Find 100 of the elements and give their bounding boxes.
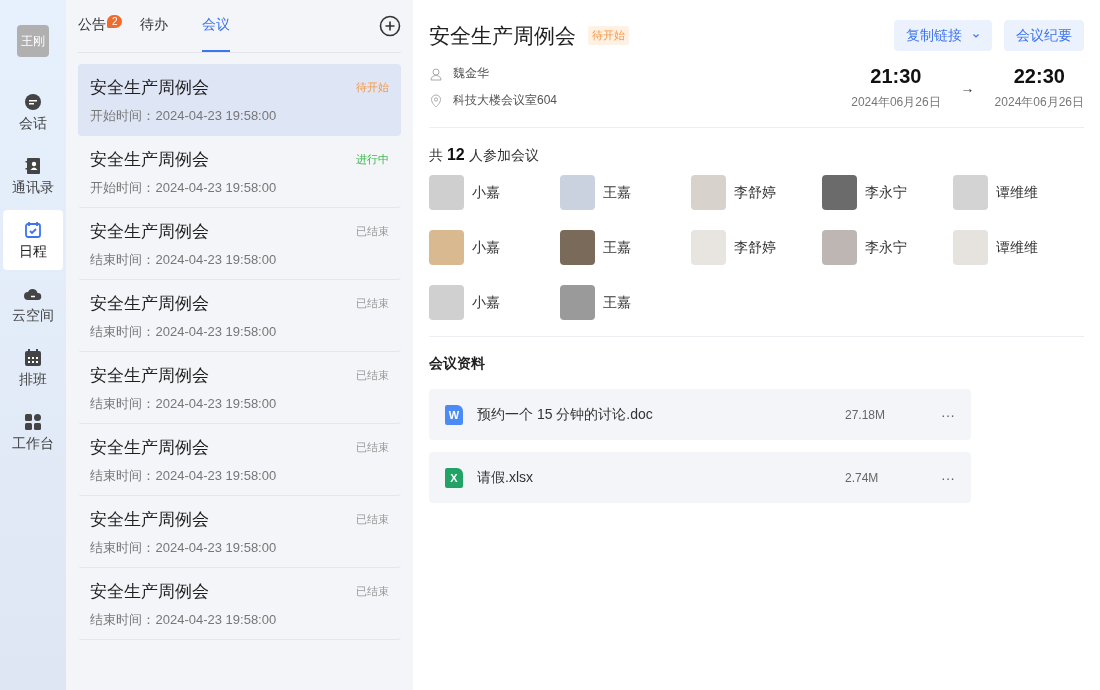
photo-placeholder bbox=[822, 175, 857, 210]
meeting-title: 安全生产周例会 bbox=[90, 437, 210, 459]
meeting-status: 待开始 bbox=[356, 80, 389, 95]
meeting-title: 安全生产周例会 bbox=[90, 77, 210, 99]
attendee-name: 王嘉 bbox=[603, 293, 631, 312]
attendee-name: 谭维维 bbox=[996, 238, 1038, 257]
file-item[interactable]: W 预约一个 15 分钟的讨论.doc 27.18M ··· bbox=[429, 389, 971, 440]
file-name: 请假.xlsx bbox=[477, 468, 534, 487]
calendar-grid-icon bbox=[23, 347, 44, 368]
person-icon bbox=[429, 66, 443, 81]
meeting-status: 进行中 bbox=[356, 152, 389, 167]
meeting-time: 结束时间：2024-04-23 19:58:00 bbox=[90, 395, 278, 413]
file-size: 27.18M bbox=[845, 407, 887, 422]
meeting-item[interactable]: 安全生产周例会 进行中 开始时间：2024-04-23 19:58:00 bbox=[78, 136, 401, 208]
nav-item[interactable]: 通讯录 bbox=[3, 146, 64, 206]
end-time: 22:30 bbox=[1013, 65, 1065, 88]
meeting-time: 开始时间：2024-04-23 19:58:00 bbox=[90, 179, 278, 197]
meeting-title: 安全生产周例会 bbox=[90, 581, 210, 603]
location-pin-icon bbox=[429, 93, 443, 108]
meeting-title: 安全生产周例会 bbox=[90, 509, 210, 531]
attendee-name: 小嘉 bbox=[472, 238, 500, 257]
action-button[interactable]: 会议纪要 bbox=[1004, 20, 1084, 51]
meeting-item[interactable]: 安全生产周例会 已结束 结束时间：2024-04-23 19:58:00 bbox=[78, 208, 401, 280]
meeting-item[interactable]: 安全生产周例会 已结束 结束时间：2024-04-23 19:58:00 bbox=[78, 352, 401, 424]
meeting-item[interactable]: 安全生产周例会 已结束 结束时间：2024-04-23 19:58:00 bbox=[78, 568, 401, 640]
calendar-check-icon bbox=[23, 219, 44, 240]
nav-label: 排班 bbox=[19, 370, 48, 389]
nav-label: 工作台 bbox=[12, 434, 55, 453]
action-button[interactable]: 复制链接 bbox=[894, 20, 992, 51]
meeting-time: 结束时间：2024-04-23 19:58:00 bbox=[90, 323, 278, 341]
meeting-status: 已结束 bbox=[356, 584, 389, 599]
meeting-item[interactable]: 安全生产周例会 待开始 开始时间：2024-04-23 19:58:00 bbox=[78, 64, 401, 136]
meeting-title: 安全生产周例会 bbox=[90, 293, 210, 315]
meeting-time: 结束时间：2024-04-23 19:58:00 bbox=[90, 611, 278, 629]
meeting-status: 已结束 bbox=[356, 440, 389, 455]
nav-item[interactable]: 日程 bbox=[3, 210, 64, 270]
nav-item[interactable]: 云空间 bbox=[3, 274, 64, 334]
nav-item[interactable]: 工作台 bbox=[3, 402, 64, 462]
meeting-time: 开始时间：2024-04-23 19:58:00 bbox=[90, 107, 278, 125]
photo-placeholder bbox=[429, 285, 464, 320]
meeting-status: 已结束 bbox=[356, 224, 389, 239]
file-type-icon: W bbox=[445, 404, 463, 425]
location-text: 科技大楼会议室604 bbox=[453, 92, 558, 109]
nav-label: 云空间 bbox=[12, 306, 55, 325]
photo-placeholder bbox=[691, 230, 726, 265]
file-size: 2.74M bbox=[845, 470, 880, 485]
meeting-status: 已结束 bbox=[356, 512, 389, 527]
count-badge: 2 bbox=[106, 15, 123, 28]
photo-placeholder bbox=[429, 175, 464, 210]
tab[interactable]: 待办 bbox=[140, 0, 169, 52]
add-icon[interactable] bbox=[379, 15, 401, 37]
attendee-name: 王嘉 bbox=[603, 238, 631, 257]
more-button[interactable]: ··· bbox=[941, 406, 955, 423]
meeting-time: 结束时间：2024-04-23 19:58:00 bbox=[90, 539, 278, 557]
photo-placeholder bbox=[560, 175, 595, 210]
organizer-name: 魏金华 bbox=[453, 65, 489, 82]
start-time: 21:30 bbox=[870, 65, 922, 88]
apps-grid-icon bbox=[23, 411, 44, 432]
meeting-status: 已结束 bbox=[356, 296, 389, 311]
photo-placeholder bbox=[822, 230, 857, 265]
photo-placeholder bbox=[691, 175, 726, 210]
attendee-name: 李舒婷 bbox=[734, 238, 776, 257]
more-button[interactable]: ··· bbox=[941, 469, 955, 486]
arrow-text: → bbox=[960, 80, 975, 96]
file-name: 预约一个 15 分钟的讨论.doc bbox=[477, 405, 654, 424]
meeting-item[interactable]: 安全生产周例会 已结束 结束时间：2024-04-23 19:58:00 bbox=[78, 496, 401, 568]
attendee-name: 小嘉 bbox=[472, 293, 500, 312]
meeting-item[interactable]: 安全生产周例会 已结束 结束时间：2024-04-23 19:58:00 bbox=[78, 424, 401, 496]
attendee-name: 小嘉 bbox=[472, 183, 500, 202]
tab[interactable]: 会议 bbox=[202, 0, 231, 52]
chat-bubble-icon bbox=[23, 91, 44, 112]
status-tag: 待开始 bbox=[588, 26, 629, 45]
attendee-name: 李永宁 bbox=[865, 183, 907, 202]
photo-placeholder bbox=[560, 230, 595, 265]
attendee-name: 谭维维 bbox=[996, 183, 1038, 202]
photo-placeholder bbox=[953, 230, 988, 265]
meeting-time: 结束时间：2024-04-23 19:58:00 bbox=[90, 251, 278, 269]
meeting-status: 已结束 bbox=[356, 368, 389, 383]
attendee-name: 李永宁 bbox=[865, 238, 907, 257]
meeting-title: 安全生产周例会 bbox=[90, 221, 210, 243]
meeting-time: 结束时间：2024-04-23 19:58:00 bbox=[90, 467, 278, 485]
tab[interactable]: 公告 2 bbox=[78, 0, 125, 52]
start-date: 2024年06月26日 bbox=[851, 94, 941, 111]
meeting-item[interactable]: 安全生产周例会 已结束 结束时间：2024-04-23 19:58:00 bbox=[78, 280, 401, 352]
attendee-name: 王嘉 bbox=[603, 183, 631, 202]
file-type-icon: X bbox=[445, 467, 463, 488]
photo-placeholder bbox=[560, 285, 595, 320]
caret-icon bbox=[972, 32, 980, 39]
end-date: 2024年06月26日 bbox=[994, 94, 1084, 111]
meeting-title: 安全生产周例会 bbox=[429, 22, 576, 49]
meeting-title: 安全生产周例会 bbox=[90, 365, 210, 387]
photo-placeholder bbox=[953, 175, 988, 210]
photo-placeholder bbox=[429, 230, 464, 265]
nav-item[interactable]: 排班 bbox=[3, 338, 64, 398]
nav-label: 通讯录 bbox=[12, 178, 55, 197]
file-item[interactable]: X 请假.xlsx 2.74M ··· bbox=[429, 452, 971, 503]
meeting-title: 安全生产周例会 bbox=[90, 149, 210, 171]
section-title: 会议资料 bbox=[429, 354, 486, 373]
nav-item[interactable]: 会话 bbox=[3, 82, 64, 142]
attendee-summary: 共 12 人参加会议 bbox=[429, 145, 540, 165]
